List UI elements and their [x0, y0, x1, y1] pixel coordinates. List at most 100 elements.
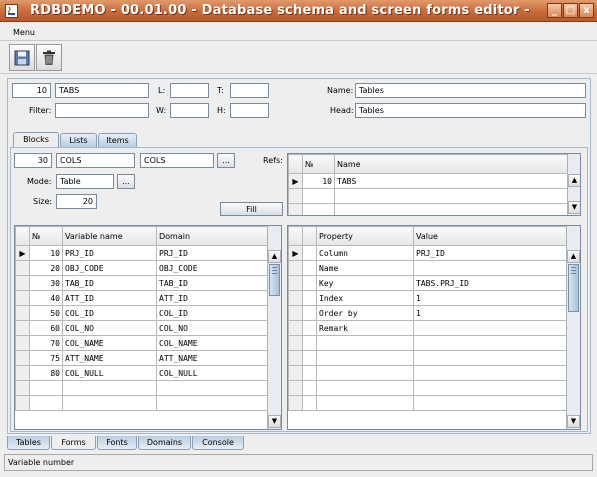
refs-name-cell[interactable]: TABS	[334, 173, 569, 189]
vars-col-name-header[interactable]: Variable name	[62, 226, 157, 246]
vars-name-cell[interactable]: ATT_ID	[62, 290, 157, 306]
vars-domain-cell[interactable]: OBJ_CODE	[156, 260, 269, 276]
close-button[interactable]: x	[579, 3, 594, 18]
t-field[interactable]	[230, 83, 269, 98]
props-value-cell[interactable]: 1	[413, 290, 568, 306]
table-row[interactable]: Remark	[288, 320, 568, 336]
block-table-field[interactable]: COLS	[140, 153, 214, 168]
props-property-cell[interactable]	[316, 380, 414, 396]
save-button[interactable]	[9, 44, 35, 71]
filter-field[interactable]	[55, 103, 149, 118]
vars-name-cell[interactable]	[62, 395, 157, 411]
props-property-cell[interactable]: Index	[316, 290, 414, 306]
table-row[interactable]	[288, 395, 568, 411]
refs-name-cell[interactable]	[334, 188, 569, 204]
table-row[interactable]: Index 1	[288, 290, 568, 306]
size-field[interactable]: 20	[56, 194, 97, 209]
table-row[interactable]	[15, 380, 269, 396]
table-row[interactable]: Order by 1	[288, 305, 568, 321]
props-property-cell[interactable]	[316, 350, 414, 366]
w-field[interactable]	[170, 103, 209, 118]
vars-domain-cell[interactable]: ATT_NAME	[156, 350, 269, 366]
scroll-thumb[interactable]	[269, 264, 280, 296]
table-row[interactable]: ▶ 10 PRJ_ID PRJ_ID	[15, 245, 269, 261]
scroll-up-icon[interactable]: ▲	[567, 250, 580, 263]
head-field[interactable]: Tables	[355, 103, 586, 118]
table-row[interactable]: 20 OBJ_CODE OBJ_CODE	[15, 260, 269, 276]
props-value-cell[interactable]: 1	[413, 305, 568, 321]
scroll-down-icon[interactable]: ▼	[268, 415, 281, 428]
props-property-cell[interactable]: Name	[316, 260, 414, 276]
vars-domain-cell[interactable]: COL_NAME	[156, 335, 269, 351]
table-row[interactable]: 30 TAB_ID TAB_ID	[15, 275, 269, 291]
table-row[interactable]	[288, 365, 568, 381]
props-property-cell[interactable]: Remark	[316, 320, 414, 336]
props-property-cell[interactable]	[316, 365, 414, 381]
vars-domain-cell[interactable]: ATT_ID	[156, 290, 269, 306]
vars-name-cell[interactable]: COL_NO	[62, 320, 157, 336]
vars-domain-cell[interactable]: COL_ID	[156, 305, 269, 321]
scroll-up-icon[interactable]: ▲	[268, 250, 281, 263]
vars-col-domain-header[interactable]: Domain	[156, 226, 269, 246]
vars-num-cell[interactable]: 30	[29, 275, 63, 291]
props-value-cell[interactable]	[413, 335, 568, 351]
table-row[interactable]: Key TABS.PRJ_ID	[288, 275, 568, 291]
table-row[interactable]	[288, 380, 568, 396]
refs-col-num-header[interactable]: №	[302, 154, 335, 174]
tab-fonts[interactable]: Fonts	[97, 436, 137, 450]
delete-button[interactable]	[36, 44, 62, 71]
table-row[interactable]	[288, 350, 568, 366]
table-row[interactable]: 50 COL_ID COL_ID	[15, 305, 269, 321]
vars-domain-cell[interactable]	[156, 380, 269, 396]
vars-num-cell[interactable]: 80	[29, 365, 63, 381]
props-col-value-header[interactable]: Value	[413, 226, 568, 246]
block-code-field[interactable]: COLS	[56, 153, 135, 168]
table-row[interactable]: Name	[288, 260, 568, 276]
vars-num-cell[interactable]	[29, 380, 63, 396]
table-row[interactable]: 60 COL_NO COL_NO	[15, 320, 269, 336]
vars-name-cell[interactable]: COL_ID	[62, 305, 157, 321]
h-field[interactable]	[230, 103, 269, 118]
form-id-field[interactable]: 10	[12, 83, 51, 98]
props-value-cell[interactable]	[413, 365, 568, 381]
vars-domain-cell[interactable]: PRJ_ID	[156, 245, 269, 261]
tab-items[interactable]: Items	[98, 133, 137, 147]
vars-name-cell[interactable]: PRJ_ID	[62, 245, 157, 261]
table-row[interactable]	[288, 203, 569, 215]
props-value-cell[interactable]	[413, 320, 568, 336]
table-row[interactable]: 40 ATT_ID ATT_ID	[15, 290, 269, 306]
vars-num-cell[interactable]: 75	[29, 350, 63, 366]
l-field[interactable]	[170, 83, 209, 98]
vars-name-cell[interactable]: COL_NAME	[62, 335, 157, 351]
props-value-cell[interactable]	[413, 380, 568, 396]
properties-scrollbar[interactable]: ▲ ▼	[566, 226, 580, 429]
vars-domain-cell[interactable]: TAB_ID	[156, 275, 269, 291]
refs-col-name-header[interactable]: Name	[334, 154, 569, 174]
tab-blocks[interactable]: Blocks	[13, 132, 59, 147]
tab-forms[interactable]: Forms	[51, 436, 96, 450]
vars-domain-cell[interactable]	[156, 395, 269, 411]
table-row[interactable]	[288, 188, 569, 204]
props-value-cell[interactable]	[413, 260, 568, 276]
table-row[interactable]: ▶ 10 TABS	[288, 173, 569, 189]
refs-num-cell[interactable]	[302, 203, 335, 215]
props-value-cell[interactable]: TABS.PRJ_ID	[413, 275, 568, 291]
props-col-property-header[interactable]: Property	[316, 226, 414, 246]
vars-name-cell[interactable]: COL_NULL	[62, 365, 157, 381]
refs-num-cell[interactable]	[302, 188, 335, 204]
table-row[interactable]	[288, 335, 568, 351]
vars-name-cell[interactable]	[62, 380, 157, 396]
mode-browse-button[interactable]: ...	[117, 174, 135, 189]
title-bar[interactable]: RDBDEMO - 00.01.00 - Database schema and…	[0, 0, 597, 22]
scroll-up-icon[interactable]: ▲	[568, 174, 580, 187]
block-num-field[interactable]: 30	[14, 153, 52, 168]
vars-num-cell[interactable]: 40	[29, 290, 63, 306]
props-value-cell[interactable]: PRJ_ID	[413, 245, 568, 261]
table-row[interactable]	[15, 395, 269, 411]
vars-domain-cell[interactable]: COL_NO	[156, 320, 269, 336]
tab-tables[interactable]: Tables	[7, 436, 50, 450]
table-row[interactable]: 70 COL_NAME COL_NAME	[15, 335, 269, 351]
vars-num-cell[interactable]: 70	[29, 335, 63, 351]
refs-scrollbar[interactable]: ▲ ▼	[567, 154, 580, 215]
props-value-cell[interactable]	[413, 350, 568, 366]
